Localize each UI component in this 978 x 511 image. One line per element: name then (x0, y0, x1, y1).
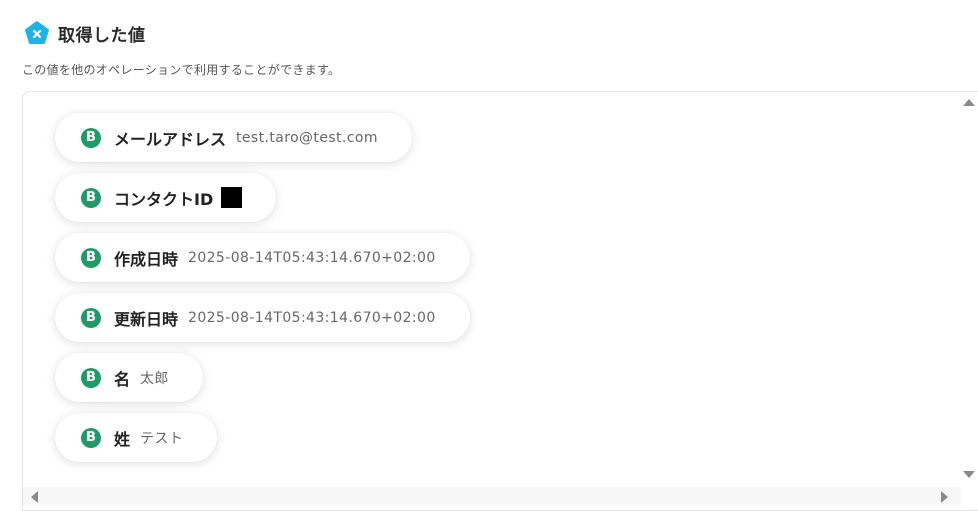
chip-value: 太郎 (140, 370, 169, 387)
scroll-up-arrow-icon[interactable] (963, 99, 975, 106)
redacted-value-block (221, 187, 243, 208)
section-header: 取得した値 (24, 20, 146, 46)
b-badge-icon: B (81, 187, 101, 208)
b-badge-icon: B (81, 247, 101, 268)
chip-value: test.taro@test.com (236, 129, 378, 146)
scroll-down-arrow-icon[interactable] (963, 471, 975, 478)
output-values-panel: B メールアドレス test.taro@test.com B コンタクトID B… (22, 91, 978, 511)
value-chip-contact-id[interactable]: B コンタクトID (55, 173, 277, 222)
value-chip-last-name[interactable]: B 姓 テスト (55, 413, 218, 462)
chip-value: テスト (140, 430, 184, 447)
x-pentagon-icon (25, 21, 49, 44)
value-chip-first-name[interactable]: B 名 太郎 (55, 353, 203, 402)
chip-value: 2025-08-14T05:43:14.670+02:00 (188, 309, 436, 326)
horizontal-scrollbar[interactable] (23, 487, 961, 505)
b-badge-icon: B (81, 367, 101, 388)
chip-label: 更新日時 (114, 309, 179, 329)
chip-label: メールアドレス (114, 129, 227, 149)
b-badge-icon: B (81, 307, 101, 328)
b-badge-icon: B (81, 427, 101, 448)
section-title: 取得した値 (58, 25, 146, 46)
scroll-left-arrow-icon[interactable] (31, 491, 38, 503)
section-description: この値を他のオペレーションで利用することができます。 (22, 63, 341, 77)
chip-label: 姓 (114, 429, 131, 449)
b-badge-icon: B (81, 127, 101, 148)
chip-label: 作成日時 (114, 249, 179, 269)
value-chip-created-at[interactable]: B 作成日時 2025-08-14T05:43:14.670+02:00 (55, 233, 470, 282)
value-chip-updated-at[interactable]: B 更新日時 2025-08-14T05:43:14.670+02:00 (55, 293, 470, 342)
chip-value: 2025-08-14T05:43:14.670+02:00 (188, 249, 436, 266)
value-chip-email[interactable]: B メールアドレス test.taro@test.com (55, 113, 412, 162)
chip-label: 名 (114, 369, 131, 389)
chip-label: コンタクトID (114, 189, 214, 209)
scroll-right-arrow-icon[interactable] (941, 491, 948, 503)
